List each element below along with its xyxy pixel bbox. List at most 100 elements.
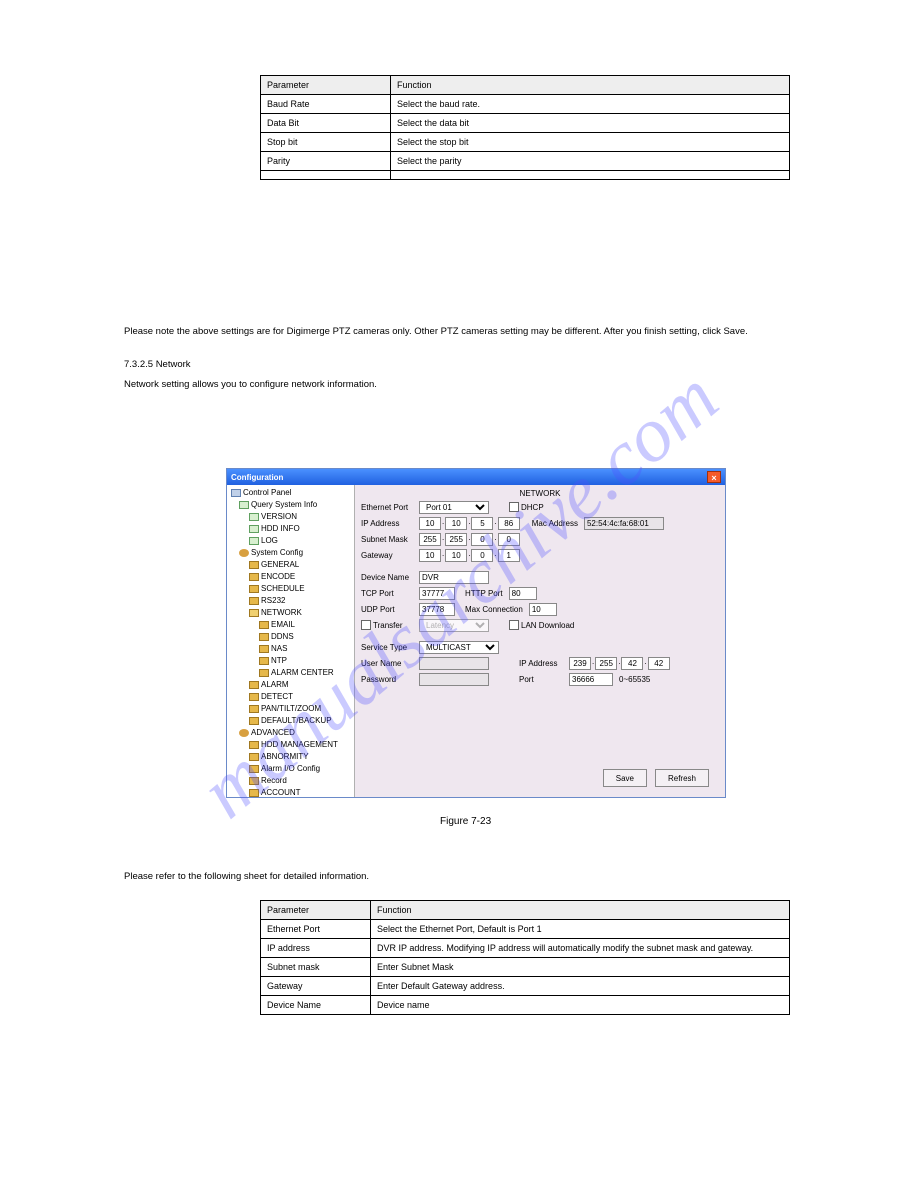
t1-r3c1: Stop bit — [261, 133, 391, 152]
t1-r4c2: Select the parity — [391, 152, 790, 171]
username-label: User Name — [361, 659, 419, 668]
tree-rs232[interactable]: RS232 — [231, 595, 352, 607]
device-name-field[interactable] — [419, 571, 489, 584]
note-text: Please note the above settings are for D… — [124, 325, 774, 338]
transfer-select: Latency — [419, 619, 489, 632]
right-ip-input[interactable]: . . . — [569, 657, 670, 670]
mac-field — [584, 517, 664, 530]
tree-root[interactable]: Control Panel — [231, 487, 352, 499]
t1-r3c2: Select the stop bit — [391, 133, 790, 152]
folder-icon — [249, 753, 259, 761]
ethernet-port-label: Ethernet Port — [361, 503, 419, 512]
gear-icon — [239, 549, 249, 557]
folder-icon — [249, 705, 259, 713]
udp-port-label: UDP Port — [361, 605, 419, 614]
folder-open-icon — [249, 609, 259, 617]
tree-log[interactable]: LOG — [231, 535, 352, 547]
folder-icon — [259, 645, 269, 653]
ethernet-port-select[interactable]: Port 01 — [419, 501, 489, 514]
section-heading: 7.3.2.5 Network — [124, 358, 191, 371]
username-field[interactable] — [419, 657, 489, 670]
t1-r1c1: Baud Rate — [261, 95, 391, 114]
folder-icon — [249, 693, 259, 701]
tree-hddmgmt[interactable]: HDD MANAGEMENT — [231, 739, 352, 751]
doc-icon — [249, 537, 259, 545]
t2-r2c1: IP address — [261, 939, 371, 958]
tree-abnormity[interactable]: ABNORMITY — [231, 751, 352, 763]
t2-r3c1: Subnet mask — [261, 958, 371, 977]
folder-icon — [249, 573, 259, 581]
t2-r1c1: Ethernet Port — [261, 920, 371, 939]
t1-r5c2 — [391, 171, 790, 180]
right-port-field[interactable] — [569, 673, 613, 686]
tree-ddns[interactable]: DDNS — [231, 631, 352, 643]
tree-record[interactable]: Record — [231, 775, 352, 787]
tree-default[interactable]: DEFAULT/BACKUP — [231, 715, 352, 727]
tree-advanced[interactable]: ADVANCED — [231, 727, 352, 739]
udp-port-field[interactable] — [419, 603, 455, 616]
tree-ntp[interactable]: NTP — [231, 655, 352, 667]
tree-hddinfo[interactable]: HDD INFO — [231, 523, 352, 535]
figure-label: Figure 7-23 — [440, 816, 491, 827]
subnet-input[interactable]: . . . — [419, 533, 520, 546]
subnet-label: Subnet Mask — [361, 535, 419, 544]
http-port-field[interactable] — [509, 587, 537, 600]
tree-encode[interactable]: ENCODE — [231, 571, 352, 583]
folder-icon — [259, 633, 269, 641]
right-port-label: Port — [519, 675, 569, 684]
tree-version[interactable]: VERSION — [231, 511, 352, 523]
tree-alarm[interactable]: ALARM — [231, 679, 352, 691]
window-title: Configuration — [231, 473, 283, 482]
tree-query[interactable]: Query System Info — [231, 499, 352, 511]
t1-h1: Parameter — [261, 76, 391, 95]
tree-nas[interactable]: NAS — [231, 643, 352, 655]
t2-h2: Function — [371, 901, 790, 920]
tree-sysconfig[interactable]: System Config — [231, 547, 352, 559]
t2-r3c2: Enter Subnet Mask — [371, 958, 790, 977]
section-desc: Network setting allows you to configure … — [124, 378, 377, 391]
titlebar: Configuration × — [227, 469, 725, 485]
tree-ptz[interactable]: PAN/TILT/ZOOM — [231, 703, 352, 715]
param-table-2: Parameter Function Ethernet PortSelect t… — [260, 900, 790, 1015]
tree-account[interactable]: ACCOUNT — [231, 787, 352, 797]
max-conn-field[interactable] — [529, 603, 557, 616]
nav-tree[interactable]: Control Panel Query System Info VERSION … — [227, 485, 355, 797]
t1-r5c1 — [261, 171, 391, 180]
port-range-text: 0~65535 — [619, 675, 650, 684]
transfer-checkbox[interactable] — [361, 620, 371, 630]
t1-h2: Function — [391, 76, 790, 95]
folder-icon — [249, 765, 259, 773]
t1-r1c2: Select the baud rate. — [391, 95, 790, 114]
t2-r5c2: Device name — [371, 996, 790, 1015]
tree-alarmio[interactable]: Alarm I/O Config — [231, 763, 352, 775]
device-name-label: Device Name — [361, 573, 419, 582]
lan-download-checkbox[interactable] — [509, 620, 519, 630]
folder-icon — [259, 621, 269, 629]
t1-r4c1: Parity — [261, 152, 391, 171]
tcp-port-field[interactable] — [419, 587, 455, 600]
config-window: Configuration × Control Panel Query Syst… — [226, 468, 726, 798]
dhcp-checkbox[interactable] — [509, 502, 519, 512]
tree-general[interactable]: GENERAL — [231, 559, 352, 571]
right-ip-label: IP Address — [519, 659, 569, 668]
folder-icon — [259, 669, 269, 677]
t1-r2c2: Select the data bit — [391, 114, 790, 133]
tree-network[interactable]: NETWORK — [231, 607, 352, 619]
dhcp-label: DHCP — [521, 503, 544, 512]
folder-icon — [249, 585, 259, 593]
service-type-select[interactable]: MULTICAST — [419, 641, 499, 654]
tree-alarmcenter[interactable]: ALARM CENTER — [231, 667, 352, 679]
tree-schedule[interactable]: SCHEDULE — [231, 583, 352, 595]
save-button[interactable]: Save — [603, 769, 647, 787]
gateway-input[interactable]: . . . — [419, 549, 520, 562]
tree-detect[interactable]: DETECT — [231, 691, 352, 703]
folder-icon — [249, 777, 259, 785]
password-field[interactable] — [419, 673, 489, 686]
password-label: Password — [361, 675, 419, 684]
t2-r4c1: Gateway — [261, 977, 371, 996]
ip-input[interactable]: . . . — [419, 517, 520, 530]
tree-email[interactable]: EMAIL — [231, 619, 352, 631]
refresh-button[interactable]: Refresh — [655, 769, 709, 787]
doc-icon — [249, 525, 259, 533]
close-icon[interactable]: × — [707, 471, 721, 483]
